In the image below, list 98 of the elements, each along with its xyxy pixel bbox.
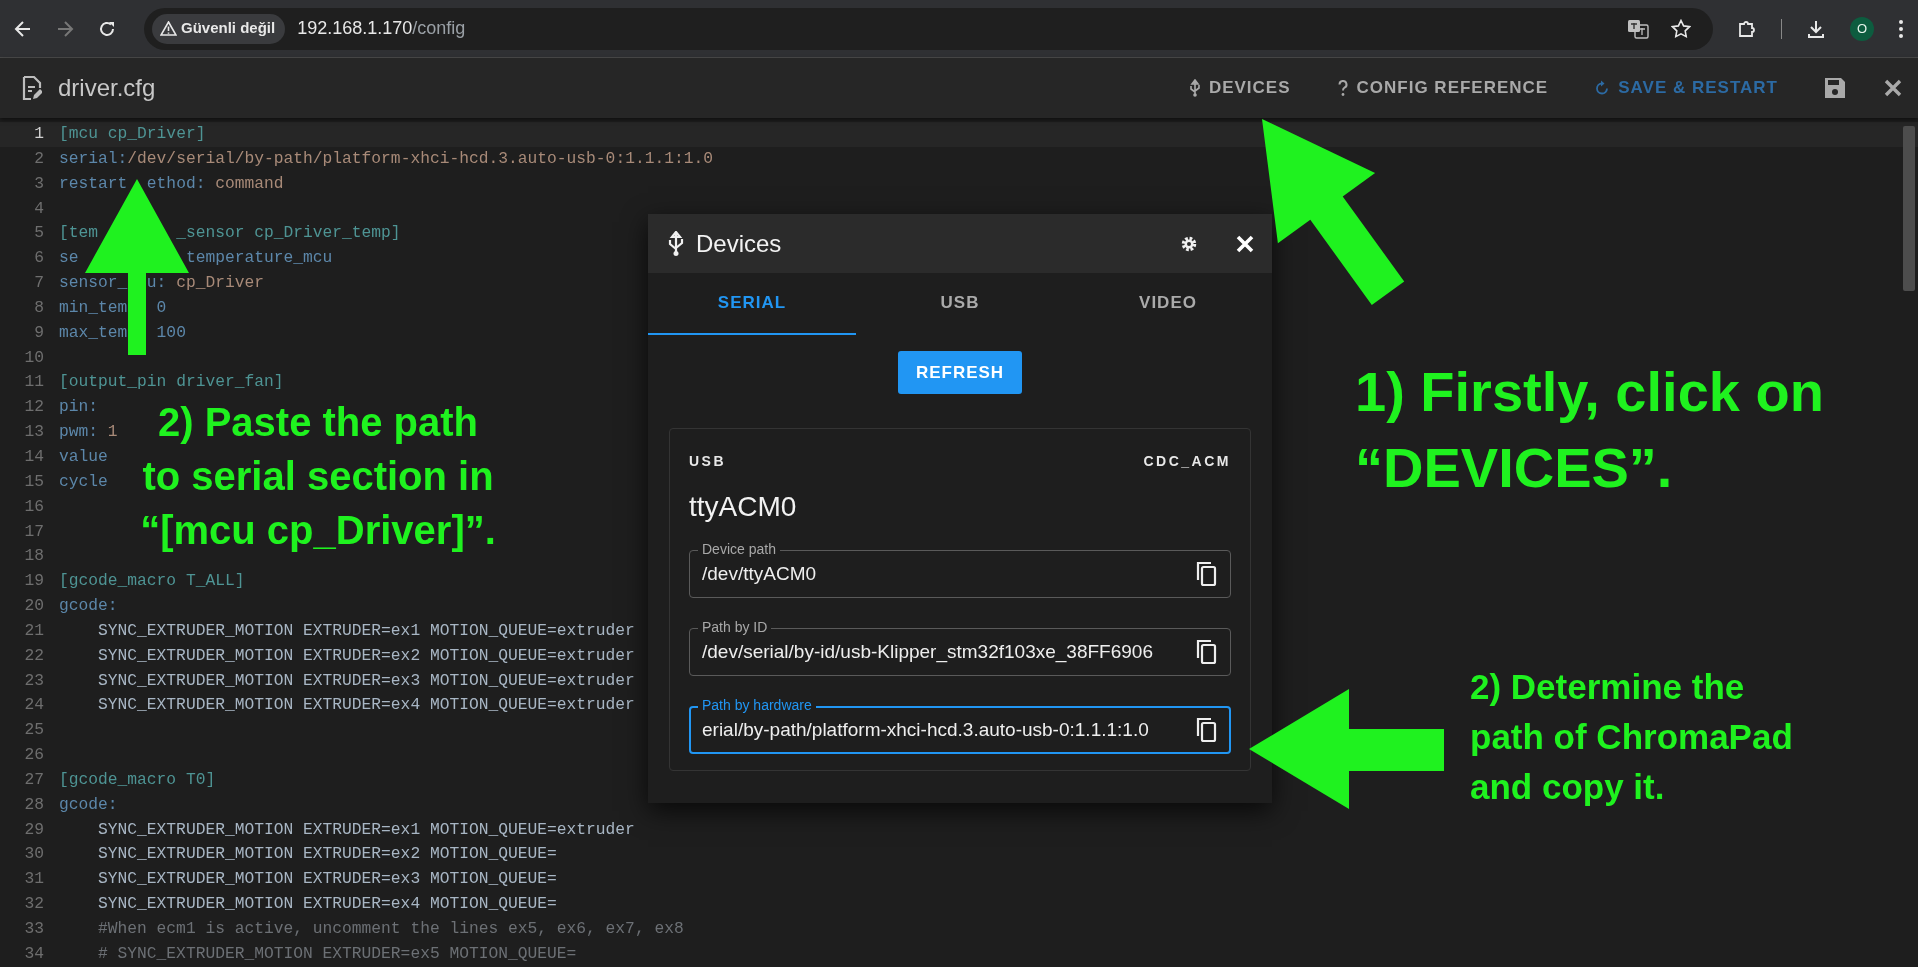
annotation-text: 2) Paste the path to serial section in “[mcu cp_Driver]”. bbox=[139, 399, 497, 554]
line-number: 9 bbox=[33, 321, 44, 344]
code-line: [tem _sensor cp_Driver_temp] bbox=[59, 222, 401, 245]
code-line: SYNC_EXTRUDER_MOTION EXTRUDER=ex2 MOTION_QUEUE=extruder bbox=[97, 644, 635, 667]
code-line: #When ecm1 is active, uncomment the lines ex5, ex6, ex7, ex8 bbox=[97, 918, 684, 940]
usb-icon bbox=[668, 230, 684, 257]
line-number: 12 bbox=[23, 396, 44, 419]
security-chip[interactable]: Güvenli değil bbox=[152, 13, 286, 44]
profile-avatar[interactable]: O bbox=[1850, 16, 1874, 41]
code-line: sensor_ u: cp_Driver bbox=[59, 272, 264, 295]
line-number: 8 bbox=[33, 296, 44, 319]
line-number: 5 bbox=[33, 222, 44, 245]
code-line: SYNC_EXTRUDER_MOTION EXTRUDER=ex3 MOTION_QUEUE=extruder bbox=[97, 669, 635, 692]
device-driver: CDC_ACM bbox=[1143, 452, 1231, 471]
line-number: 20 bbox=[23, 595, 44, 618]
reload-icon[interactable] bbox=[98, 19, 116, 38]
code-line: pwm: 1 bbox=[59, 421, 118, 444]
translate-icon[interactable] bbox=[1627, 18, 1649, 39]
line-number: 28 bbox=[23, 793, 44, 816]
line-number: 30 bbox=[23, 843, 44, 866]
code-line: SYNC_EXTRUDER_MOTION EXTRUDER=ex4 MOTION_QUEUE= bbox=[97, 893, 557, 916]
dialog-title: Devices bbox=[696, 228, 782, 259]
line-number: 6 bbox=[33, 247, 44, 270]
line-number: 19 bbox=[23, 570, 44, 593]
close-icon[interactable] bbox=[1884, 79, 1902, 97]
line-number: 10 bbox=[23, 346, 44, 369]
line-number: 13 bbox=[23, 421, 44, 444]
settings-icon[interactable] bbox=[1180, 234, 1198, 253]
usb-icon bbox=[1188, 79, 1201, 97]
code-line: [mcu cp_Driver] bbox=[59, 123, 206, 145]
line-number: 3 bbox=[33, 172, 44, 195]
code-line: se temperature_mcu bbox=[59, 247, 333, 270]
code-line: SYNC_EXTRUDER_MOTION EXTRUDER=ex3 MOTION_QUEUE= bbox=[97, 868, 557, 891]
help-icon bbox=[1336, 79, 1349, 97]
line-number: 21 bbox=[23, 619, 44, 642]
line-number: 27 bbox=[23, 768, 44, 791]
forward-icon[interactable] bbox=[56, 19, 74, 38]
code-line: restart ethod: command bbox=[59, 172, 284, 195]
code-line: [gcode_macro T_ALL] bbox=[59, 570, 245, 593]
code-line: SYNC_EXTRUDER_MOTION EXTRUDER=ex2 MOTION_QUEUE= bbox=[97, 843, 557, 866]
line-number: 17 bbox=[23, 520, 44, 543]
line-number: 18 bbox=[23, 545, 44, 568]
restart-icon bbox=[1594, 80, 1611, 96]
file-edit-icon bbox=[22, 75, 42, 101]
copy-icon[interactable] bbox=[1195, 717, 1217, 743]
line-number: 15 bbox=[23, 470, 44, 493]
tab[interactable]: VIDEO bbox=[1064, 273, 1272, 335]
code-line: SYNC_EXTRUDER_MOTION EXTRUDER=ex4 MOTION_QUEUE=extruder bbox=[97, 694, 635, 717]
code-line: value bbox=[59, 445, 108, 468]
save-icon[interactable] bbox=[1824, 77, 1846, 99]
annotation-text: 1) Firstly, click on “DEVICES”. bbox=[1355, 359, 1824, 501]
line-number: 14 bbox=[23, 445, 44, 468]
line-number: 2 bbox=[33, 147, 44, 170]
line-number: 16 bbox=[23, 495, 44, 518]
device-name: ttyACM0 bbox=[689, 490, 798, 524]
toolbar-button[interactable]: DEVICES bbox=[1178, 69, 1301, 107]
line-number: 23 bbox=[23, 669, 44, 692]
code-line: gcode: bbox=[59, 793, 118, 816]
line-number: 7 bbox=[33, 272, 44, 295]
scrollbar-thumb[interactable] bbox=[1903, 126, 1915, 291]
line-number: 32 bbox=[23, 893, 44, 916]
device-bus: USB bbox=[689, 452, 727, 471]
code-line: pin: bbox=[59, 396, 99, 419]
file-name: driver.cfg bbox=[58, 73, 156, 103]
code-line: gcode: bbox=[59, 595, 118, 618]
line-number: 1 bbox=[33, 123, 44, 145]
tab[interactable]: USB bbox=[856, 273, 1064, 335]
annotation-text: 2) Determine the path of ChromaPad and copy it. bbox=[1470, 666, 1793, 808]
extension-icon[interactable] bbox=[1737, 18, 1757, 39]
line-number: 11 bbox=[23, 371, 44, 394]
address-text[interactable]: 192.168.1.170/config bbox=[297, 15, 466, 42]
code-line: SYNC_EXTRUDER_MOTION EXTRUDER=ex1 MOTION_QUEUE=extruder bbox=[97, 619, 635, 642]
code-line: serial:/dev/serial/by-path/platform-xhci-hcd.3.auto-usb-0:1.1.1:1.0 bbox=[59, 147, 713, 170]
menu-icon[interactable] bbox=[1898, 18, 1904, 39]
code-line: min_tem 0 bbox=[59, 296, 167, 319]
line-number: 31 bbox=[23, 868, 44, 891]
back-icon[interactable] bbox=[14, 19, 32, 38]
code-line: [gcode_macro T0] bbox=[59, 768, 216, 791]
code-line: # SYNC_EXTRUDER_MOTION EXTRUDER=ex5 MOTION_QUEUE= bbox=[97, 942, 577, 965]
copy-icon[interactable] bbox=[1195, 639, 1217, 665]
tab[interactable]: SERIAL bbox=[648, 273, 856, 335]
line-number: 29 bbox=[23, 818, 44, 841]
code-line: cycle bbox=[59, 470, 108, 493]
code-line: SYNC_EXTRUDER_MOTION EXTRUDER=ex1 MOTION_QUEUE=extruder bbox=[97, 818, 635, 841]
line-number: 24 bbox=[23, 694, 44, 717]
download-icon[interactable] bbox=[1806, 18, 1826, 39]
line-number: 25 bbox=[23, 719, 44, 742]
copy-icon[interactable] bbox=[1195, 561, 1217, 587]
star-icon[interactable] bbox=[1671, 18, 1691, 39]
toolbar-button[interactable]: CONFIG REFERENCE bbox=[1326, 69, 1559, 107]
code-line: max_tem 100 bbox=[59, 321, 186, 344]
line-number: 34 bbox=[23, 942, 44, 965]
line-number: 4 bbox=[33, 197, 44, 220]
code-line: [output_pin driver_fan] bbox=[59, 371, 284, 394]
warning-icon bbox=[160, 21, 177, 36]
line-number: 22 bbox=[23, 644, 44, 667]
line-number: 26 bbox=[23, 744, 44, 767]
line-number: 33 bbox=[23, 918, 44, 940]
